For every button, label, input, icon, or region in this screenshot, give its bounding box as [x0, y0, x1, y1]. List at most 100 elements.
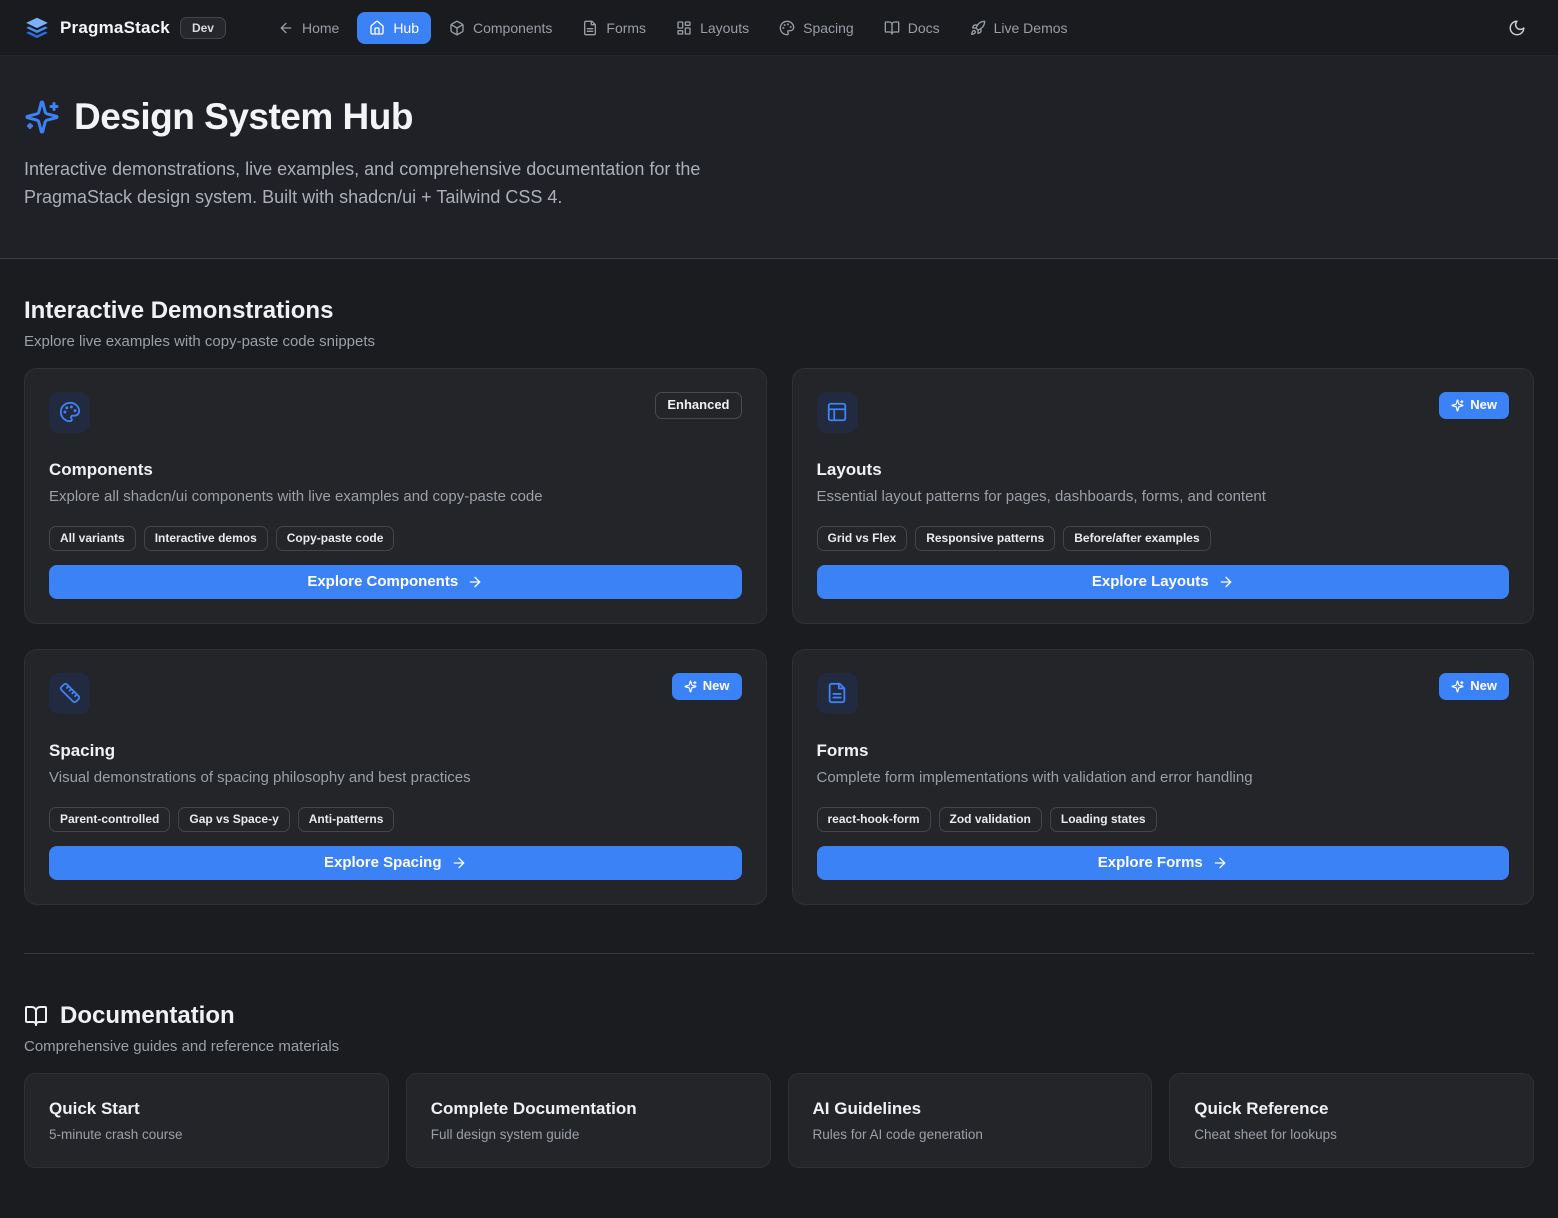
main-content: Interactive Demonstrations Explore live …: [0, 259, 1558, 1187]
demos-heading: Interactive Demonstrations: [24, 297, 1534, 325]
nav-item-components[interactable]: Components: [437, 12, 564, 44]
sparkles-icon: [1451, 680, 1464, 693]
layout-dashboard-icon: [676, 20, 692, 36]
card-description: Essential layout patterns for pages, das…: [817, 488, 1510, 505]
arrow-right-icon: [1218, 574, 1234, 590]
nav-item-layouts[interactable]: Layouts: [664, 12, 761, 44]
home-icon: [369, 20, 385, 36]
env-badge: Dev: [180, 17, 226, 39]
button-label: Explore Forms: [1098, 854, 1203, 871]
nav-label: Live Demos: [994, 20, 1068, 36]
palette-icon: [49, 392, 90, 433]
button-label: Explore Spacing: [324, 854, 442, 871]
demo-card-layouts[interactable]: New Layouts Essential layout patterns fo…: [792, 368, 1535, 624]
nav-item-forms[interactable]: Forms: [570, 12, 658, 44]
nav-label: Spacing: [803, 20, 854, 36]
tag-row: Grid vs Flex Responsive patterns Before/…: [817, 526, 1510, 551]
sparkles-icon: [1451, 399, 1464, 412]
card-title: AI Guidelines: [813, 1099, 1128, 1119]
docs-heading-label: Documentation: [60, 1002, 235, 1030]
status-badge: Enhanced: [655, 392, 741, 419]
demo-card-forms[interactable]: New Forms Complete form implementations …: [792, 649, 1535, 905]
arrow-right-icon: [451, 855, 467, 871]
tag-row: react-hook-form Zod validation Loading s…: [817, 807, 1510, 832]
file-text-icon: [582, 20, 598, 36]
new-badge: New: [1439, 392, 1509, 419]
book-open-icon: [24, 1004, 48, 1028]
badge-label: New: [703, 678, 730, 695]
file-text-icon: [817, 673, 858, 714]
tag: All variants: [49, 526, 136, 551]
rocket-icon: [970, 20, 986, 36]
doc-card-complete-documentation[interactable]: Complete Documentation Full design syste…: [406, 1073, 771, 1168]
docs-heading: Documentation: [24, 1002, 1534, 1030]
doc-card-grid: Quick Start 5-minute crash course Comple…: [24, 1073, 1534, 1187]
nav-label: Docs: [908, 20, 940, 36]
demo-card-components[interactable]: Enhanced Components Explore all shadcn/u…: [24, 368, 767, 624]
theme-toggle-button[interactable]: [1500, 11, 1534, 45]
new-badge: New: [672, 673, 742, 700]
card-title: Layouts: [817, 460, 1510, 480]
tag-row: Parent-controlled Gap vs Space-y Anti-pa…: [49, 807, 742, 832]
explore-layouts-button[interactable]: Explore Layouts: [817, 565, 1510, 599]
arrow-right-icon: [1212, 855, 1228, 871]
doc-card-quick-reference[interactable]: Quick Reference Cheat sheet for lookups: [1169, 1073, 1534, 1168]
doc-card-quick-start[interactable]: Quick Start 5-minute crash course: [24, 1073, 389, 1168]
hero: Design System Hub Interactive demonstrat…: [0, 56, 1558, 259]
new-badge: New: [1439, 673, 1509, 700]
card-title: Complete Documentation: [431, 1099, 746, 1119]
arrow-right-icon: [467, 574, 483, 590]
tag: Copy-paste code: [276, 526, 395, 551]
docs-subheading: Comprehensive guides and reference mater…: [24, 1038, 1534, 1055]
button-label: Explore Layouts: [1092, 573, 1209, 590]
nav-item-docs[interactable]: Docs: [872, 12, 952, 44]
card-title: Components: [49, 460, 742, 480]
tag: Responsive patterns: [915, 526, 1055, 551]
card-description: Explore all shadcn/ui components with li…: [49, 488, 742, 505]
card-title: Forms: [817, 741, 1510, 761]
demo-card-spacing[interactable]: New Spacing Visual demonstrations of spa…: [24, 649, 767, 905]
demos-subheading: Explore live examples with copy-paste co…: [24, 333, 1534, 350]
sparkles-icon: [24, 99, 60, 135]
tag-row: All variants Interactive demos Copy-past…: [49, 526, 742, 551]
navbar: PragmaStack Dev Home Hub Components Fo: [0, 0, 1558, 56]
nav-item-home[interactable]: Home: [266, 12, 351, 44]
explore-spacing-button[interactable]: Explore Spacing: [49, 846, 742, 880]
tag: Before/after examples: [1063, 526, 1210, 551]
demo-card-grid: Enhanced Components Explore all shadcn/u…: [24, 368, 1534, 905]
nav-label: Home: [302, 20, 339, 36]
tag: Grid vs Flex: [817, 526, 908, 551]
page-subtitle: Interactive demonstrations, live example…: [24, 156, 764, 212]
brand-name: PragmaStack: [60, 18, 170, 38]
palette-icon: [779, 20, 795, 36]
tag: Gap vs Space-y: [178, 807, 289, 832]
card-description: Full design system guide: [431, 1127, 746, 1142]
tag: Anti-patterns: [298, 807, 395, 832]
card-description: Complete form implementations with valid…: [817, 769, 1510, 786]
arrow-left-icon: [278, 20, 294, 36]
tag: Interactive demos: [144, 526, 268, 551]
card-description: Rules for AI code generation: [813, 1127, 1128, 1142]
book-open-icon: [884, 20, 900, 36]
doc-card-ai-guidelines[interactable]: AI Guidelines Rules for AI code generati…: [788, 1073, 1153, 1168]
brand: PragmaStack Dev: [24, 15, 226, 41]
main-nav: Home Hub Components Forms Layouts: [266, 12, 1080, 44]
explore-components-button[interactable]: Explore Components: [49, 565, 742, 599]
panels-top-left-icon: [817, 392, 858, 433]
tag: react-hook-form: [817, 807, 931, 832]
moon-icon: [1508, 19, 1526, 37]
nav-label: Forms: [606, 20, 646, 36]
explore-forms-button[interactable]: Explore Forms: [817, 846, 1510, 880]
card-description: 5-minute crash course: [49, 1127, 364, 1142]
nav-item-hub[interactable]: Hub: [357, 12, 431, 44]
tag: Loading states: [1050, 807, 1157, 832]
badge-label: New: [1470, 397, 1497, 414]
card-title: Quick Reference: [1194, 1099, 1509, 1119]
nav-label: Components: [473, 20, 552, 36]
nav-item-live-demos[interactable]: Live Demos: [958, 12, 1080, 44]
demos-section-head: Interactive Demonstrations Explore live …: [24, 259, 1534, 350]
nav-item-spacing[interactable]: Spacing: [767, 12, 866, 44]
card-description: Visual demonstrations of spacing philoso…: [49, 769, 742, 786]
badge-label: New: [1470, 678, 1497, 695]
card-description: Cheat sheet for lookups: [1194, 1127, 1509, 1142]
